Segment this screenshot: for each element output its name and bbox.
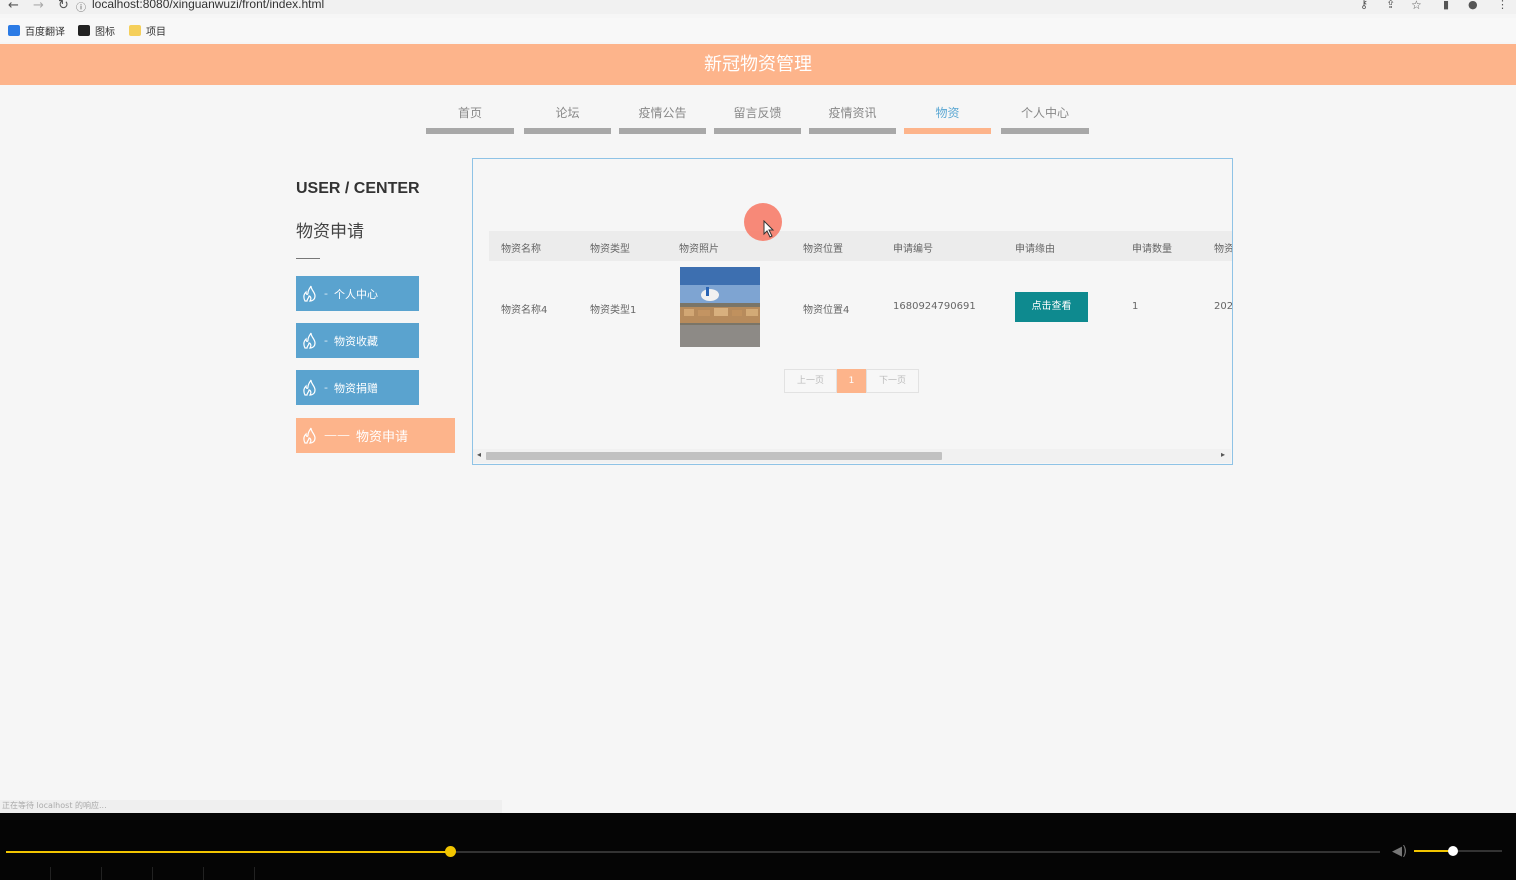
- bookmark-project[interactable]: 项目: [129, 23, 166, 38]
- flame-icon: [303, 332, 316, 349]
- divider: [296, 258, 320, 259]
- column-header: 申请编号: [893, 244, 933, 255]
- next-page-button[interactable]: 下一页: [866, 369, 919, 393]
- folder-icon: [129, 25, 141, 36]
- bookmarks-bar: 百度翻译 图标 项目: [0, 18, 1516, 42]
- seek-handle[interactable]: [445, 846, 456, 857]
- translate-icon: [8, 25, 20, 36]
- supply-photo: [680, 267, 760, 347]
- cell-date: 202: [1214, 301, 1233, 312]
- volume-icon[interactable]: ◀): [1392, 844, 1407, 859]
- tab-supplies[interactable]: 物资: [904, 98, 991, 134]
- pagination: 上一页 1 下一页: [784, 369, 919, 393]
- tab-feedback[interactable]: 留言反馈: [714, 98, 801, 134]
- tab-home[interactable]: 首页: [426, 98, 514, 134]
- scrollbar-thumb[interactable]: [486, 452, 942, 460]
- player-control-button[interactable]: [102, 867, 153, 880]
- tab-news[interactable]: 疫情资讯: [809, 98, 896, 134]
- column-header: 物资照片: [679, 244, 719, 255]
- browser-toolbar: ← → ↻ ⓘ localhost:8080/xinguanwuzi/front…: [0, 0, 1516, 14]
- sidebar-item-user-center[interactable]: - 个人中心: [296, 276, 419, 311]
- sidebar-item-applications[interactable]: —— 物资申请: [296, 418, 455, 453]
- volume-handle[interactable]: [1448, 846, 1458, 856]
- star-icon[interactable]: ☆: [1411, 0, 1422, 12]
- sidebar-item-donations[interactable]: - 物资捐赠: [296, 370, 419, 405]
- forward-icon[interactable]: →: [33, 0, 44, 13]
- site-header: 新冠物资管理: [0, 44, 1516, 85]
- key-icon[interactable]: ⚷: [1360, 0, 1368, 11]
- menu-icon[interactable]: ⋮: [1497, 0, 1508, 11]
- column-header: 申请数量: [1132, 244, 1172, 255]
- flame-icon: [303, 285, 316, 302]
- page-number-button[interactable]: 1: [837, 369, 866, 393]
- volume-slider[interactable]: [1414, 846, 1502, 856]
- tab-announcements[interactable]: 疫情公告: [619, 98, 706, 134]
- image-icon: [78, 25, 90, 36]
- site-title: 新冠物资管理: [704, 54, 812, 75]
- tab-forum[interactable]: 论坛: [524, 98, 611, 134]
- cell-quantity: 1: [1132, 301, 1139, 312]
- sidebar-title: USER / CENTER: [296, 180, 420, 197]
- share-icon[interactable]: ⇪: [1386, 0, 1395, 11]
- seek-bar[interactable]: [6, 846, 1380, 857]
- status-bar: 正在等待 localhost 的响应...: [0, 800, 502, 813]
- column-header: 物资: [1214, 244, 1233, 255]
- player-control-button[interactable]: [51, 867, 102, 880]
- flame-icon: [303, 427, 316, 444]
- bookmark-icons[interactable]: 图标: [78, 23, 115, 38]
- view-reason-button[interactable]: 点击查看: [1015, 292, 1088, 322]
- table-header: 物资名称 物资类型 物资照片 物资位置 申请编号 申请缘由 申请数量 物资: [489, 231, 1233, 261]
- scroll-right-icon[interactable]: ▸: [1221, 450, 1225, 459]
- content-panel: 物资名称 物资类型 物资照片 物资位置 申请编号 申请缘由 申请数量 物资 物资…: [472, 158, 1233, 465]
- player-control-button[interactable]: [153, 867, 204, 880]
- reload-icon[interactable]: ↻: [58, 0, 69, 13]
- cell-type: 物资类型1: [590, 305, 637, 316]
- profile-icon[interactable]: ●: [1468, 0, 1478, 11]
- horizontal-scrollbar[interactable]: ◂ ▸: [473, 449, 1231, 463]
- site-info-icon[interactable]: ⓘ: [76, 0, 86, 14]
- sidebar-item-label: 物资捐赠: [333, 381, 378, 395]
- seek-progress: [6, 851, 450, 853]
- scroll-left-icon[interactable]: ◂: [477, 450, 481, 459]
- address-bar[interactable]: localhost:8080/xinguanwuzi/front/index.h…: [92, 0, 324, 11]
- cell-apply-number: 1680924790691: [893, 301, 976, 312]
- sidebar-item-label: 物资申请: [356, 430, 409, 445]
- column-header: 物资类型: [590, 244, 630, 255]
- sidebar-subtitle: 物资申请: [296, 222, 364, 242]
- bookmark-translate[interactable]: 百度翻译: [8, 23, 65, 38]
- player-control-button[interactable]: [0, 867, 51, 880]
- cell-name: 物资名称4: [501, 305, 548, 316]
- back-icon[interactable]: ←: [8, 0, 19, 13]
- sidebar-item-favorites[interactable]: - 物资收藏: [296, 323, 419, 358]
- sidebar-item-label: 物资收藏: [333, 334, 378, 348]
- tab-user-center[interactable]: 个人中心: [1001, 98, 1089, 134]
- column-header: 物资名称: [501, 244, 541, 255]
- video-player-controls: ◀): [0, 813, 1516, 880]
- sidebar-item-label: 个人中心: [333, 287, 378, 301]
- prev-page-button[interactable]: 上一页: [784, 369, 837, 393]
- cursor-arrow-icon: [763, 220, 775, 238]
- flame-icon: [303, 379, 316, 396]
- player-control-button[interactable]: [204, 867, 255, 880]
- column-header: 物资位置: [803, 244, 843, 255]
- sidepanel-icon[interactable]: ▮: [1443, 0, 1449, 11]
- column-header: 申请缘由: [1015, 244, 1055, 255]
- cell-location: 物资位置4: [803, 305, 850, 316]
